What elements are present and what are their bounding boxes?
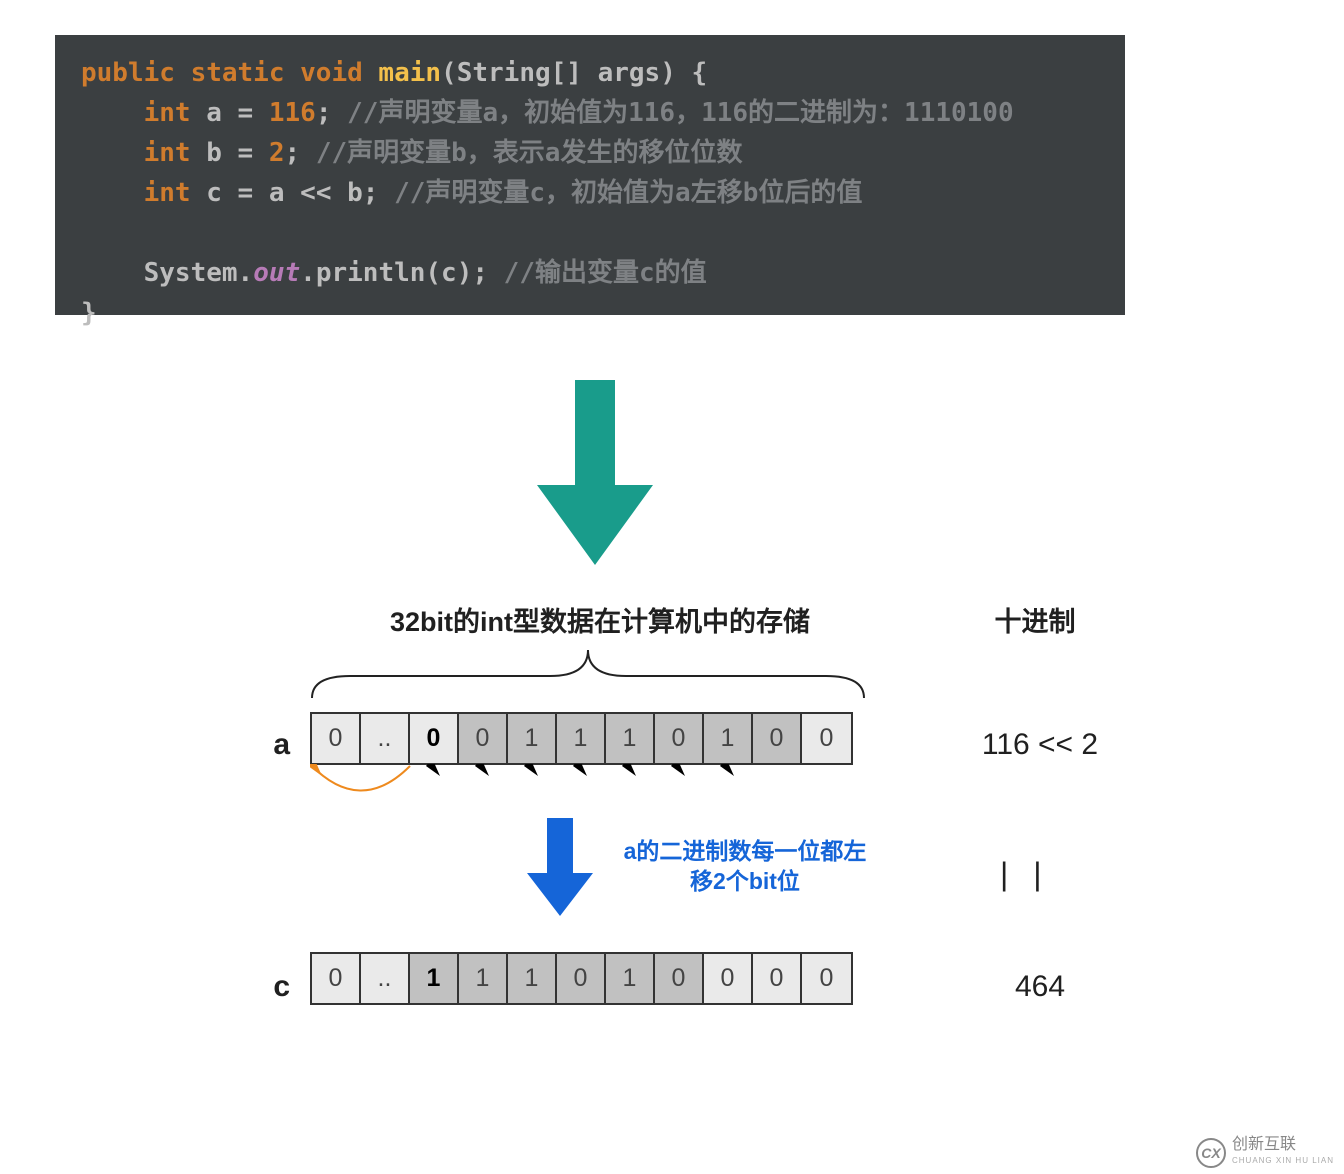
bit-cell: 1	[459, 954, 508, 1003]
code-kw: public static void	[81, 58, 378, 88]
bit-cell: 0	[802, 714, 851, 763]
bit-cell: ..	[361, 954, 410, 1003]
bit-cell: ..	[361, 714, 410, 763]
bit-cell: 0	[753, 954, 802, 1003]
bit-cell: 1	[557, 714, 606, 763]
caption-line: a的二进制数每一位都左	[624, 838, 867, 864]
watermark: CX 创新互联 CHUANG XIN HU LIAN	[1196, 1138, 1334, 1168]
bit-cell: 1	[410, 954, 459, 1003]
code-text: System.	[144, 258, 254, 288]
code-kw: int	[144, 98, 207, 128]
code-text: }	[81, 298, 97, 328]
code-comment: //声明变量b，表示a发生的移位位数	[316, 138, 743, 168]
code-text: b =	[206, 138, 269, 168]
row-c-label: c	[250, 970, 290, 1004]
code-num: 2	[269, 138, 285, 168]
watermark-main: 创新互联	[1232, 1136, 1296, 1153]
row-a-bits: 0..001110100	[310, 712, 853, 765]
code-text: ;	[316, 98, 347, 128]
row-a-label: a	[250, 728, 290, 762]
bit-cell: 0	[410, 714, 459, 763]
code-text: (String[] args) {	[441, 58, 707, 88]
bit-cell: 1	[606, 954, 655, 1003]
code-block: public static void main(String[] args) {…	[55, 35, 1125, 315]
bit-cell: 1	[508, 714, 557, 763]
shift-caption: a的二进制数每一位都左 移2个bit位	[600, 836, 890, 896]
watermark-text: 创新互联 CHUANG XIN HU LIAN	[1232, 1138, 1334, 1168]
bit-cell: 1	[508, 954, 557, 1003]
code-text: a =	[206, 98, 269, 128]
code-comment: //声明变量c，初始值为a左移b位后的值	[394, 178, 862, 208]
row-c-bits: 0..111010000	[310, 952, 853, 1005]
bit-cell: 0	[312, 954, 361, 1003]
code-fn: main	[378, 58, 441, 88]
arrow-down-blue-icon	[525, 818, 595, 918]
bit-cell: 0	[753, 714, 802, 763]
brace-icon	[310, 640, 870, 700]
code-text: .println(c);	[300, 258, 504, 288]
bit-cell: 0	[802, 954, 851, 1003]
code-text: ;	[285, 138, 316, 168]
storage-title: 32bit的int型数据在计算机中的存储	[330, 600, 870, 639]
arrow-down-icon	[535, 380, 655, 570]
code-indent	[81, 98, 144, 128]
code-comment: //输出变量c的值	[504, 258, 707, 288]
code-text: c = a << b;	[206, 178, 394, 208]
bit-cell: 0	[655, 954, 704, 1003]
bit-cell: 1	[704, 714, 753, 763]
bit-cell: 0	[704, 954, 753, 1003]
watermark-logo-icon: CX	[1196, 1138, 1226, 1168]
bit-cell: 1	[606, 714, 655, 763]
bit-cell: 0	[655, 714, 704, 763]
code-num: 116	[269, 98, 316, 128]
code-indent	[81, 258, 144, 288]
code-kw: int	[144, 178, 207, 208]
equals-icon: | |	[1000, 856, 1050, 893]
row-c-dec: 464	[950, 970, 1130, 1004]
watermark-sub: CHUANG XIN HU LIAN	[1232, 1156, 1334, 1165]
bit-cell: 0	[557, 954, 606, 1003]
code-indent	[81, 138, 144, 168]
code-comment: //声明变量a，初始值为116，116的二进制为：1110100	[347, 98, 1013, 128]
decimal-title: 十进制	[970, 600, 1100, 639]
row-a-dec: 116 << 2	[950, 728, 1130, 762]
caption-line: 移2个bit位	[690, 868, 800, 894]
code-indent	[81, 178, 144, 208]
bit-cell: 0	[312, 714, 361, 763]
code-italic: out	[253, 258, 300, 288]
bit-cell: 0	[459, 714, 508, 763]
code-kw: int	[144, 138, 207, 168]
shift-arrows-icon	[310, 764, 870, 819]
